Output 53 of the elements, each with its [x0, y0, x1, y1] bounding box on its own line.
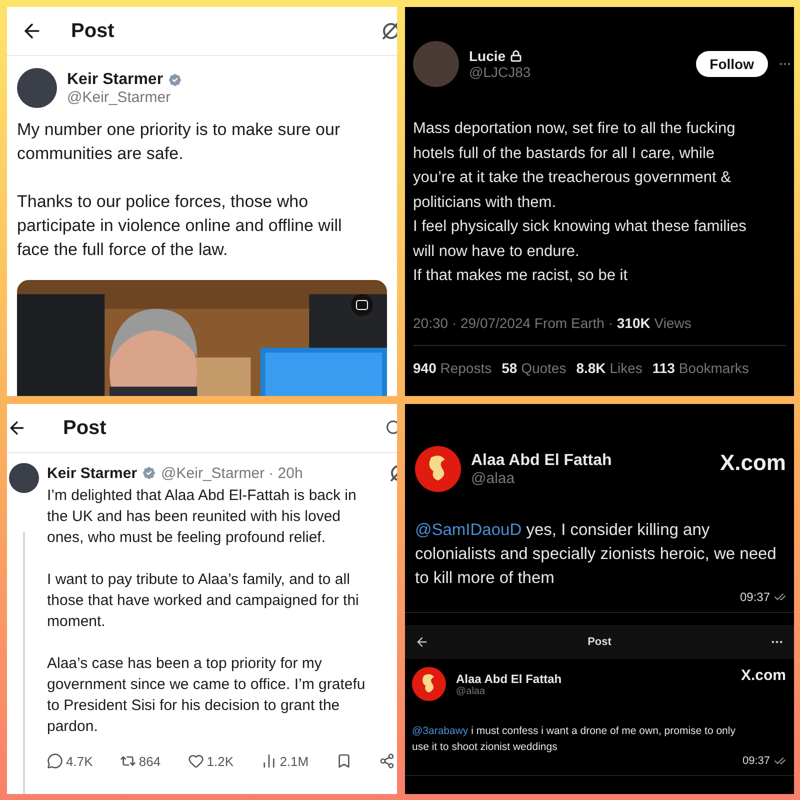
reply-icon — [47, 753, 63, 769]
author-name[interactable]: Keir Starmer — [47, 464, 138, 482]
header-title: Post — [588, 636, 612, 648]
author-handle[interactable]: @alaa — [456, 686, 562, 696]
like-action[interactable]: 1.2K — [188, 753, 234, 769]
message-time: 09:37 — [742, 755, 786, 767]
author-name[interactable]: Keir Starmer — [67, 70, 164, 88]
repost-action[interactable]: 864 — [120, 753, 161, 769]
share-action[interactable] — [378, 753, 395, 769]
back-button[interactable] — [415, 635, 429, 649]
post-text: My number one priority is to make sure our communities are safe. — [17, 119, 342, 165]
stat-count[interactable]: 58 Quotes — [502, 360, 566, 376]
author-handle[interactable]: @LJCJ83 — [469, 64, 531, 80]
follow-button[interactable]: Follow — [696, 51, 768, 77]
post-text: I want to pay tribute to Alaa’s family, and to all those that have worked and campaigned for thi moment. — [47, 570, 360, 632]
bookmark-icon — [336, 753, 352, 769]
post-text: I’m delighted that Alaa Abd El-Fattah is back in the UK and has been reunited with his loved ones, who must be feeling profound relief. — [47, 486, 358, 548]
post-text: Thanks to our police forces, those who participate in violence online and offline will face the full force of the law. — [17, 191, 343, 261]
author-name[interactable]: Alaa Abd El Fattah — [456, 672, 562, 686]
stat-count[interactable]: 113 Bookmarks — [652, 360, 749, 376]
avatar[interactable] — [17, 68, 57, 108]
views-action[interactable]: 2.1M — [260, 753, 309, 769]
author-handle[interactable]: @Keir_Starmer — [67, 88, 184, 106]
post-meta: 20:30 · 29/07/2024 From Earth · 310K Views — [413, 314, 692, 330]
post-time: · 20h — [268, 464, 303, 482]
avatar[interactable] — [9, 463, 39, 493]
mention-link[interactable]: @3arabawy — [412, 725, 468, 737]
author-handle[interactable]: @alaa — [471, 470, 612, 486]
message-time: 09:37 — [740, 590, 786, 604]
author-handle[interactable]: @Keir_Starmer — [161, 464, 265, 482]
double-check-icon — [774, 755, 786, 767]
header-title: Post — [71, 20, 116, 42]
avatar[interactable] — [415, 446, 461, 492]
post-text: Mass deportation now, set fire to all the fucking hotels full of the bastards for all I care, while you’re at it take the treacherous government & politicians with them. I feel physically sick knowing what these families will now have to endure. If that makes me racist, so be it — [413, 119, 748, 286]
brand-label: X.com — [740, 667, 786, 684]
reply-action[interactable]: 4.7K — [47, 753, 93, 769]
author-name[interactable]: Lucie — [469, 48, 506, 64]
stat-count[interactable]: 940 Reposts — [413, 360, 492, 376]
avatar[interactable] — [412, 667, 446, 701]
bar-chart-icon — [260, 753, 277, 769]
post-text: @3arabawy i must confess i want a drone of me own, promise to only use it to shoot zionist weddings — [412, 724, 736, 755]
brand-label: X.com — [720, 450, 786, 476]
post-text: @SamIDaouD yes, I consider killing any colonialists and specially zionists heroic, we need to kill more of them — [415, 520, 778, 589]
mention-link[interactable]: @SamIDaouD — [415, 521, 522, 539]
author-name[interactable]: Alaa Abd El Fattah — [471, 452, 612, 470]
slashed-circle-icon[interactable] — [381, 21, 397, 41]
bookmark-action[interactable] — [336, 753, 352, 769]
double-check-icon — [774, 591, 786, 603]
post-text: Alaa’s case has been a top priority for my government since we came to office. I’m gratefu to President Sisi for his decision to grant the pardon. — [47, 654, 366, 737]
header-title: Post — [63, 416, 108, 440]
heart-icon — [188, 753, 204, 769]
share-icon — [378, 753, 395, 769]
stat-count[interactable]: 8.8K Likes — [576, 360, 642, 376]
